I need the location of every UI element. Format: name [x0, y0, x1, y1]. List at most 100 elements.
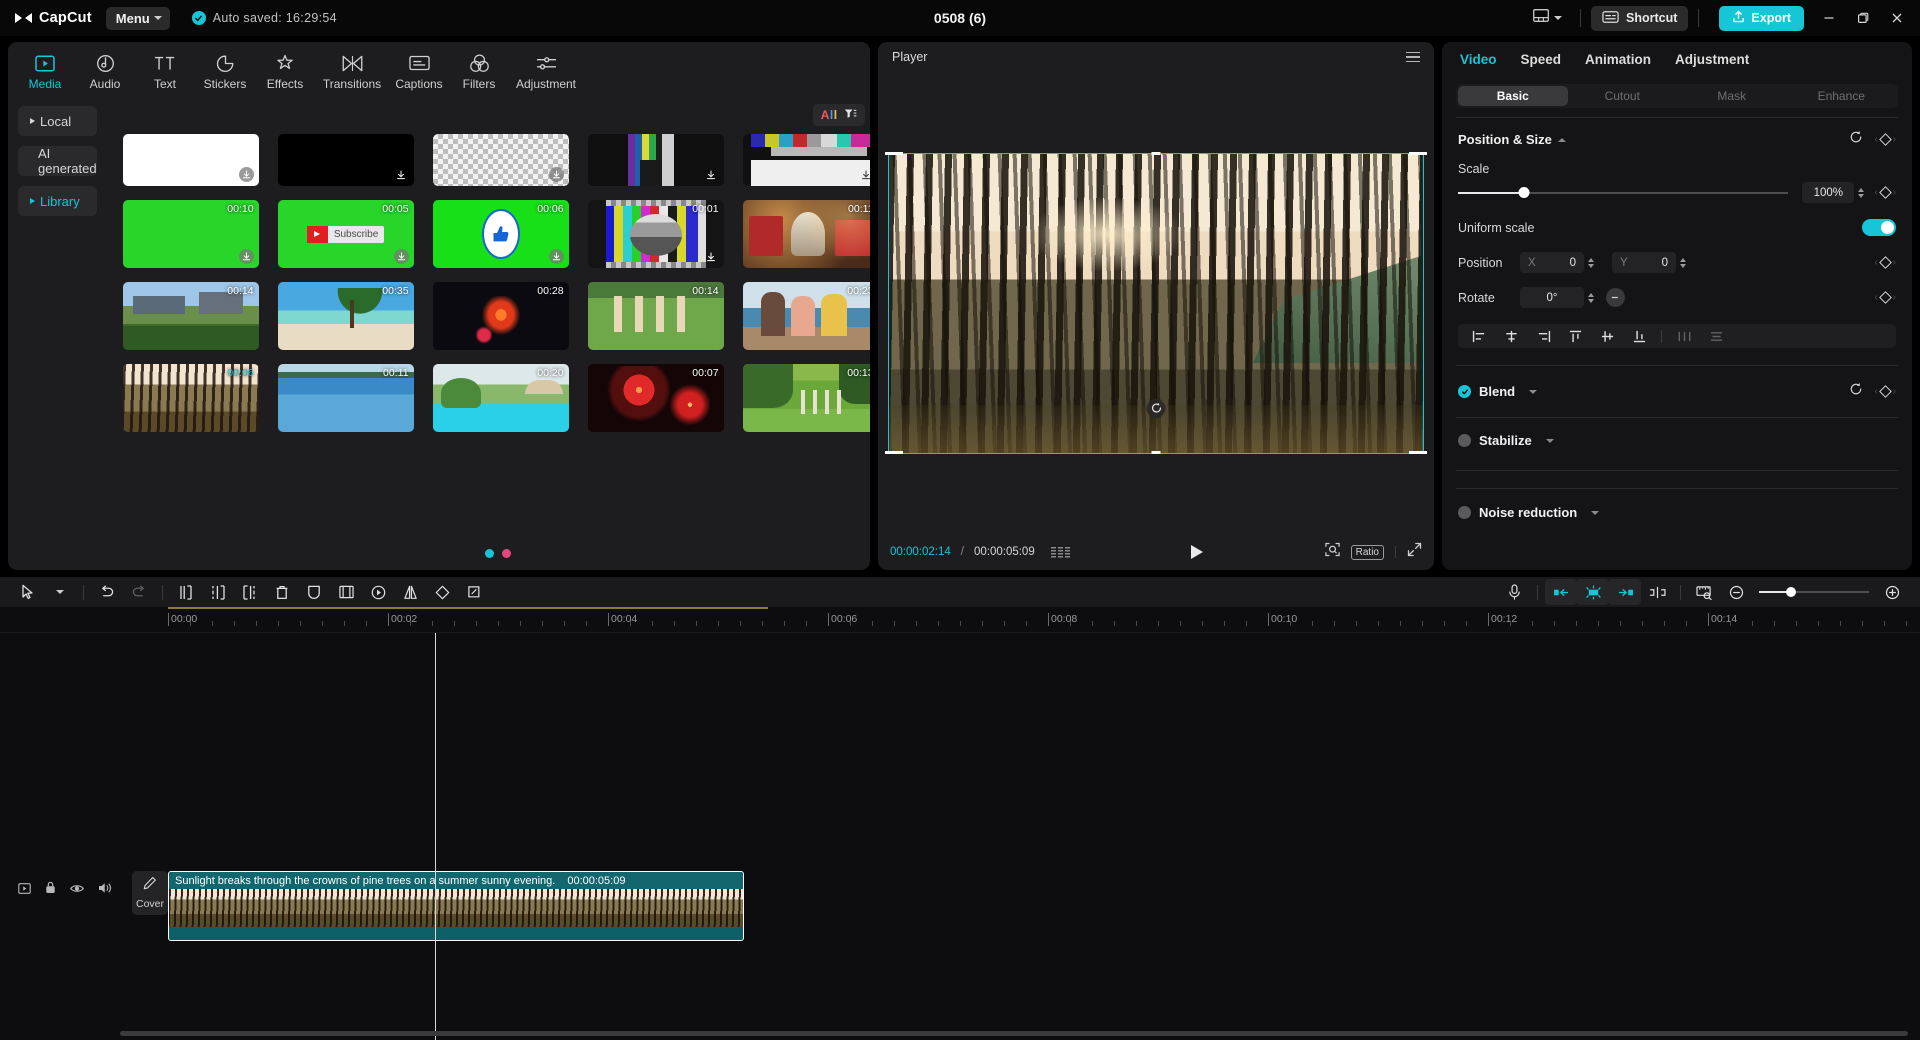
nav-tab-media[interactable]: Media: [16, 52, 74, 96]
split-left-icon[interactable]: [170, 579, 202, 605]
ratio-button[interactable]: Ratio: [1351, 545, 1384, 560]
reset-icon[interactable]: [1849, 382, 1863, 401]
frames-icon[interactable]: [1051, 547, 1070, 558]
distribute-h-icon[interactable]: [1669, 325, 1699, 347]
rotate-handle-icon[interactable]: [1147, 399, 1166, 418]
rotate-dial-icon[interactable]: [1606, 288, 1625, 307]
tab-speed[interactable]: Speed: [1521, 52, 1562, 67]
rotate-value[interactable]: 0°: [1520, 287, 1584, 308]
download-icon[interactable]: [239, 249, 254, 264]
freeze-icon[interactable]: [298, 579, 330, 605]
video-clip[interactable]: Sunlight breaks through the crowns of pi…: [168, 871, 744, 941]
sidebar-item-local[interactable]: Local: [18, 106, 97, 136]
media-item[interactable]: 00:23: [743, 282, 870, 350]
nav-tab-text[interactable]: Text: [136, 52, 194, 96]
keyframe-icon[interactable]: ‹ ›: [1874, 134, 1896, 145]
crop-frame-icon[interactable]: [330, 579, 362, 605]
filter-all-button[interactable]: All: [813, 104, 865, 126]
close-button[interactable]: [1880, 3, 1914, 33]
nav-tab-adjustment[interactable]: Adjustment: [510, 52, 582, 96]
align-left-icon[interactable]: [1464, 325, 1494, 347]
segment-basic[interactable]: Basic: [1458, 86, 1568, 106]
zoom-out-icon[interactable]: [1720, 579, 1752, 605]
align-right-icon[interactable]: [1528, 325, 1558, 347]
shortcut-button[interactable]: Shortcut: [1591, 6, 1688, 31]
media-item[interactable]: 00:28: [433, 282, 569, 350]
distribute-v-icon[interactable]: [1701, 325, 1731, 347]
download-icon[interactable]: [859, 167, 870, 182]
slider-knob[interactable]: [1786, 587, 1796, 597]
record-icon[interactable]: [1498, 579, 1530, 605]
segment-enhance[interactable]: Enhance: [1787, 86, 1897, 106]
media-item[interactable]: 00:11: [278, 364, 414, 432]
scale-slider[interactable]: [1458, 186, 1788, 200]
zoom-in-icon[interactable]: [1876, 579, 1908, 605]
media-item[interactable]: [433, 134, 569, 186]
download-icon[interactable]: [704, 249, 719, 264]
pagination-dot-1[interactable]: [485, 549, 494, 558]
export-button[interactable]: Export: [1719, 6, 1804, 31]
stabilize-checkbox[interactable]: [1458, 434, 1471, 447]
position-keyframe-icon[interactable]: ‹›: [1874, 257, 1896, 268]
timeline-ruler[interactable]: 00:00 00:02 00:04 00:06 00:08 00:10 00:1…: [0, 607, 1920, 633]
media-item[interactable]: 00:07: [588, 364, 724, 432]
position-y-stepper[interactable]: [1680, 258, 1686, 268]
media-item[interactable]: Subscribe 00:05: [278, 200, 414, 268]
chevron-down-icon[interactable]: [1546, 439, 1554, 443]
delete-icon[interactable]: [266, 579, 298, 605]
play-icon[interactable]: [1191, 545, 1203, 559]
tab-adjustment[interactable]: Adjustment: [1675, 52, 1749, 67]
fit-screen-icon[interactable]: [1325, 542, 1340, 562]
scale-stepper[interactable]: [1858, 188, 1864, 198]
ripple-left-icon[interactable]: [1545, 579, 1577, 605]
crop-icon[interactable]: [458, 579, 490, 605]
chevron-down-icon[interactable]: [1591, 511, 1599, 515]
playhead[interactable]: [435, 633, 436, 1040]
download-icon[interactable]: [239, 167, 254, 182]
download-icon[interactable]: [394, 249, 409, 264]
media-item[interactable]: [743, 134, 870, 186]
media-item[interactable]: 00:14: [123, 282, 259, 350]
blend-keyframe-icon[interactable]: ‹›: [1874, 386, 1896, 397]
blend-checkbox[interactable]: [1458, 385, 1471, 398]
align-center-h-icon[interactable]: [1496, 325, 1526, 347]
layout-button[interactable]: [1525, 5, 1570, 31]
volume-icon[interactable]: [98, 881, 112, 899]
tab-animation[interactable]: Animation: [1585, 52, 1651, 67]
chevron-up-icon[interactable]: [1558, 138, 1566, 142]
reset-icon[interactable]: [1849, 130, 1863, 149]
split-right-icon[interactable]: [234, 579, 266, 605]
segment-cutout[interactable]: Cutout: [1568, 86, 1678, 106]
media-item[interactable]: [278, 134, 414, 186]
media-item[interactable]: 00:11: [743, 200, 870, 268]
timeline-zoom-slider[interactable]: [1759, 585, 1869, 599]
nav-tab-transitions[interactable]: Transitions: [316, 52, 388, 96]
measure-icon[interactable]: [1688, 579, 1720, 605]
uniform-scale-toggle[interactable]: [1862, 219, 1896, 236]
sidebar-item-ai-generated[interactable]: AI generated: [18, 146, 97, 176]
nav-tab-filters[interactable]: Filters: [450, 52, 508, 96]
media-item[interactable]: [588, 134, 724, 186]
fullscreen-icon[interactable]: [1407, 542, 1422, 562]
keyframe-next-icon[interactable]: ›: [1893, 134, 1896, 145]
media-item[interactable]: 00:13: [743, 364, 870, 432]
download-icon[interactable]: [394, 167, 409, 182]
nav-tab-stickers[interactable]: Stickers: [196, 52, 254, 96]
speed-icon[interactable]: [362, 579, 394, 605]
slider-knob[interactable]: [1519, 187, 1530, 198]
pagination-dot-2[interactable]: [502, 549, 511, 558]
cover-button[interactable]: Cover: [132, 871, 168, 915]
media-item[interactable]: [123, 134, 259, 186]
align-bottom-icon[interactable]: [1624, 325, 1654, 347]
split-marker-icon[interactable]: [1641, 579, 1673, 605]
align-top-icon[interactable]: [1560, 325, 1590, 347]
media-item[interactable]: 00:35: [278, 282, 414, 350]
select-icon[interactable]: [12, 579, 44, 605]
media-item[interactable]: 00:06: [433, 200, 569, 268]
media-item[interactable]: 00:06: [123, 364, 259, 432]
media-item[interactable]: 00:14: [588, 282, 724, 350]
align-center-v-icon[interactable]: [1592, 325, 1622, 347]
maximize-button[interactable]: [1846, 3, 1880, 33]
keyframe-prev-icon[interactable]: ‹: [1874, 134, 1877, 145]
position-x-field[interactable]: X 0: [1520, 252, 1584, 273]
